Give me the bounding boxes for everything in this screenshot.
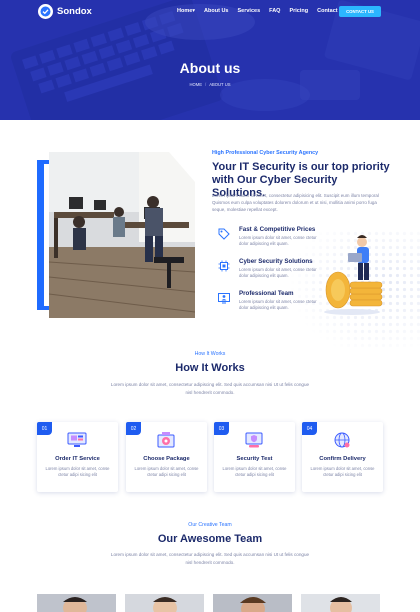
step-number: 03 [214, 422, 229, 435]
nav-item-home[interactable]: Home▾ [177, 8, 195, 14]
coins-person-illustration [324, 235, 383, 315]
step-title: Security Test [236, 456, 273, 462]
brand-name: Sondox [57, 6, 92, 17]
main-menu: Home▾ About Us Services FAQ Pricing Cont… [177, 8, 338, 14]
team-title: Our Awesome Team [157, 533, 263, 545]
step-number: 01 [37, 422, 52, 435]
team-member-photo [37, 594, 116, 612]
how-it-works-kicker: How It Works [194, 351, 226, 357]
step-title: Choose Package [143, 456, 190, 462]
nav-item-faq[interactable]: FAQ [269, 8, 280, 14]
nav-item-pricing[interactable]: Pricing [289, 8, 308, 14]
monitor-icon [67, 432, 87, 447]
how-it-works-description: Lorem ipsum dolor sit amet, consectetur … [110, 382, 310, 395]
team-member-photo [213, 594, 292, 612]
step-description: Lorem ipsum dolor sit amet, conse ctetur… [310, 466, 375, 478]
team-member-photo [125, 594, 204, 612]
tag-icon [218, 228, 230, 240]
step-card-confirm-delivery[interactable]: 04 Confirm Delivery Lorem ipsum dolor si… [302, 422, 383, 492]
package-icon [157, 432, 175, 448]
top-navigation: Sondox Home▾ About Us Services FAQ Prici… [0, 0, 420, 24]
team-icon [218, 293, 230, 304]
feature-title: Professional Team [239, 290, 294, 297]
hero-banner: Sondox Home▾ About Us Services FAQ Prici… [0, 0, 420, 120]
step-card-choose-package[interactable]: 02 Choose Package Lorem ipsum dolor sit … [126, 422, 207, 492]
feature-title: Fast & Competitive Prices [239, 226, 316, 233]
step-card-security-test[interactable]: 03 Security Test Lorem ipsum dolor sit a… [214, 422, 295, 492]
step-description: Lorem ipsum dolor sit amet, conse ctetur… [45, 466, 110, 478]
nav-item-about-us[interactable]: About Us [204, 8, 228, 14]
brand-logo[interactable]: Sondox [38, 4, 92, 19]
feature-title: Cyber Security Solutions [239, 258, 313, 265]
office-photo [49, 152, 195, 318]
step-title: Confirm Delivery [319, 456, 366, 462]
step-description: Lorem ipsum dolor sit amet, conse ctetur… [222, 466, 287, 478]
feature-description: Lorem ipsum dolor sit amet, conse ctetur… [239, 267, 317, 278]
team-member-photo [301, 594, 380, 612]
contact-us-button[interactable]: CONTACT US [339, 6, 381, 17]
how-it-works-title: How It Works [175, 362, 245, 374]
page-title: About us [179, 60, 241, 76]
breadcrumb-current: ABOUT US [209, 82, 231, 87]
feature-description: Lorem ipsum dolor sit amet, conse ctetur… [239, 299, 317, 310]
step-title: Order IT Service [55, 456, 100, 462]
nav-item-contact[interactable]: Contact [317, 8, 337, 14]
about-description: Lorem ipsum dolor sit amet, consectetur … [212, 193, 379, 212]
step-number: 02 [126, 422, 141, 435]
breadcrumb: HOME / ABOUT US [0, 82, 420, 87]
feature-description: Lorem ipsum dolor sit amet, conse ctetur… [239, 235, 317, 246]
breadcrumb-separator: / [205, 82, 207, 87]
nav-item-services[interactable]: Services [238, 8, 261, 14]
team-kicker: Our Creative Team [188, 522, 232, 528]
step-card-order-it-service[interactable]: 01 Order IT Service Lorem ipsum dolor si… [37, 422, 118, 492]
breadcrumb-home[interactable]: HOME [189, 82, 202, 87]
cpu-icon [218, 260, 230, 272]
shield-check-icon [38, 4, 53, 19]
image-frame-accent [37, 160, 44, 310]
team-description: Lorem ipsum dolor sit amet, consectetur … [110, 552, 310, 565]
security-test-icon [245, 432, 263, 448]
step-description: Lorem ipsum dolor sit amet, conse ctetur… [134, 466, 199, 478]
step-number: 04 [302, 422, 317, 435]
about-kicker: High Professional Cyber Security Agency [212, 150, 319, 156]
nav-item-home-label: Home [177, 8, 193, 14]
globe-icon [334, 432, 350, 448]
chevron-down-icon: ▾ [192, 8, 196, 14]
